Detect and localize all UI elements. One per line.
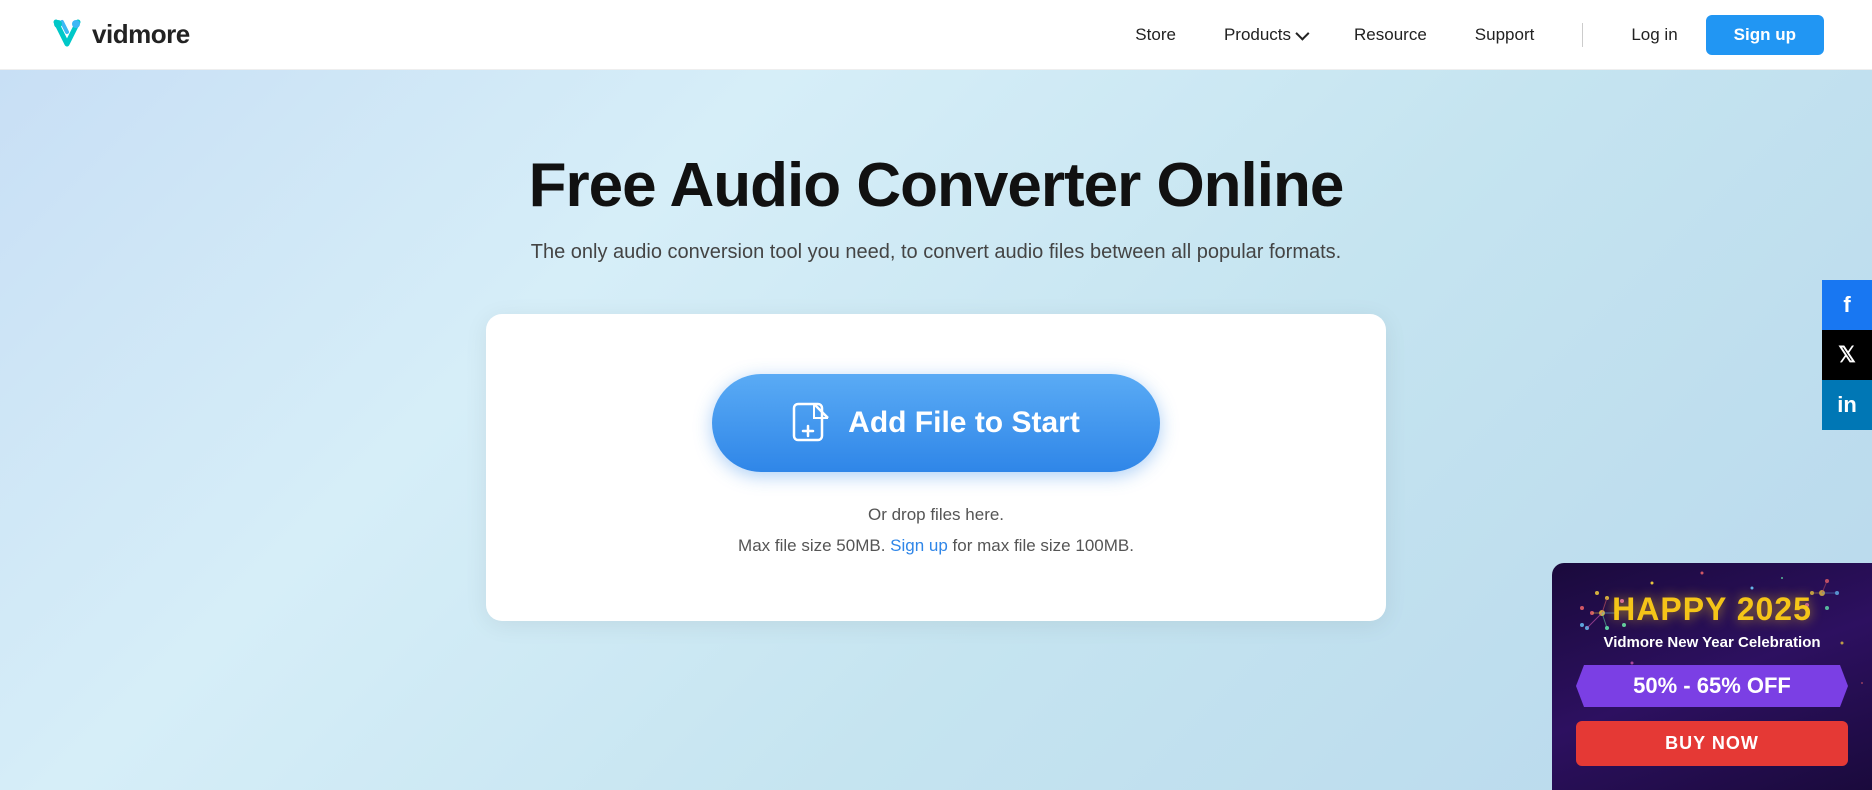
facebook-social-button[interactable]: f (1822, 280, 1872, 330)
promo-subtitle: Vidmore New Year Celebration (1576, 634, 1848, 651)
promo-buy-button[interactable]: BUY NOW (1576, 721, 1848, 766)
nav-divider (1582, 23, 1583, 47)
hero-title: Free Audio Converter Online (529, 150, 1344, 221)
nav-store[interactable]: Store (1135, 25, 1176, 45)
logo-vid: v (92, 19, 106, 49)
navbar: vidmore Store Products Resource Support … (0, 0, 1872, 70)
nav-links: Store Products Resource Support Log in S… (1135, 15, 1824, 55)
side-social-bar: f 𝕏 in (1822, 280, 1872, 430)
hero-subtitle: The only audio conversion tool you need,… (531, 241, 1342, 264)
twitter-social-button[interactable]: 𝕏 (1822, 330, 1872, 380)
drop-text-line1: Or drop files here. (738, 500, 1134, 531)
logo-icon (48, 16, 86, 54)
promo-discount-badge: 50% - 65% OFF (1576, 665, 1848, 707)
drop-zone-text: Or drop files here. Max file size 50MB. … (738, 500, 1134, 561)
drop-signup-link[interactable]: Sign up (890, 536, 948, 555)
promo-banner: HAPPY 2025 Vidmore New Year Celebration … (1552, 563, 1872, 790)
nav-auth: Log in Sign up (1631, 15, 1824, 55)
logo[interactable]: vidmore (48, 16, 190, 54)
linkedin-social-button[interactable]: in (1822, 380, 1872, 430)
signup-button[interactable]: Sign up (1706, 15, 1824, 55)
login-button[interactable]: Log in (1631, 25, 1677, 45)
upload-box: Add File to Start Or drop files here. Ma… (486, 314, 1386, 621)
add-file-button[interactable]: Add File to Start (712, 374, 1160, 472)
nav-products[interactable]: Products (1224, 25, 1306, 45)
nav-resource[interactable]: Resource (1354, 25, 1427, 45)
add-file-icon (792, 402, 830, 444)
promo-happy-text: HAPPY 2025 (1576, 591, 1848, 628)
drop-text-line2: Max file size 50MB. Sign up for max file… (738, 531, 1134, 562)
logo-idmore: idmore (106, 19, 190, 49)
hero-section: Free Audio Converter Online The only aud… (0, 70, 1872, 790)
nav-support[interactable]: Support (1475, 25, 1535, 45)
add-file-label: Add File to Start (848, 406, 1080, 440)
chevron-down-icon (1295, 26, 1309, 40)
